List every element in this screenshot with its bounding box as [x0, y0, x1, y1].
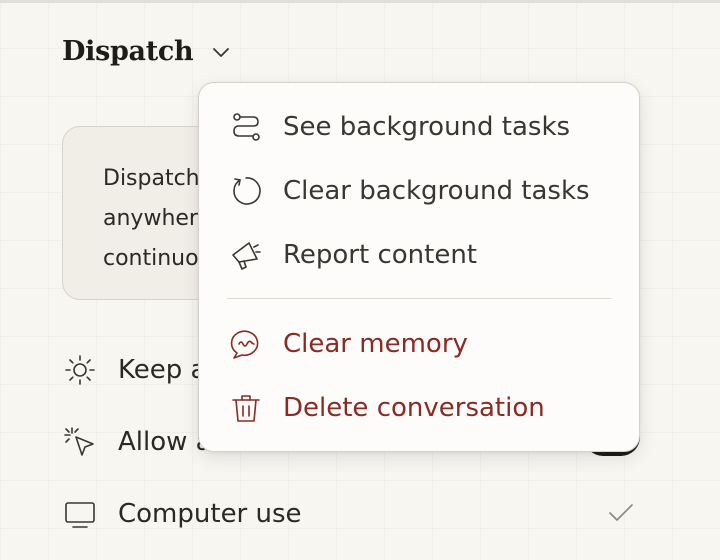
memory-chat-icon: [229, 327, 263, 361]
setting-label: Keep a: [118, 355, 207, 385]
sun-icon: [62, 352, 98, 388]
menu-item-delete-conversation[interactable]: Delete conversation: [229, 386, 545, 430]
menu-item-label: See background tasks: [283, 112, 571, 142]
cursor-sparkle-icon: [62, 424, 98, 460]
menu-item-label: Clear memory: [283, 329, 468, 359]
menu-item-clear-background-tasks[interactable]: Clear background tasks: [229, 169, 590, 213]
conversation-header: Dispatch: [62, 36, 233, 67]
refresh-icon: [229, 174, 263, 208]
menu-item-label: Delete conversation: [283, 393, 545, 423]
megaphone-icon: [229, 238, 263, 272]
route-icon: [229, 110, 263, 144]
page-title: Dispatch: [62, 36, 194, 67]
setting-label: Computer use: [118, 499, 302, 529]
menu-item-label: Report content: [283, 240, 477, 270]
menu-item-label: Clear background tasks: [283, 176, 590, 206]
menu-item-see-background-tasks[interactable]: See background tasks: [229, 105, 570, 149]
checkmark-icon[interactable]: [606, 498, 636, 528]
chevron-down-icon[interactable]: [209, 40, 233, 64]
setting-row-computer-use[interactable]: Computer use: [62, 496, 642, 532]
menu-item-report-content[interactable]: Report content: [229, 233, 477, 277]
top-border: [0, 0, 720, 3]
monitor-icon: [62, 496, 98, 532]
menu-divider: [227, 298, 611, 299]
trash-icon: [229, 391, 263, 425]
conversation-options-menu: See background tasks Clear background ta…: [198, 82, 640, 452]
menu-item-clear-memory[interactable]: Clear memory: [229, 322, 468, 366]
